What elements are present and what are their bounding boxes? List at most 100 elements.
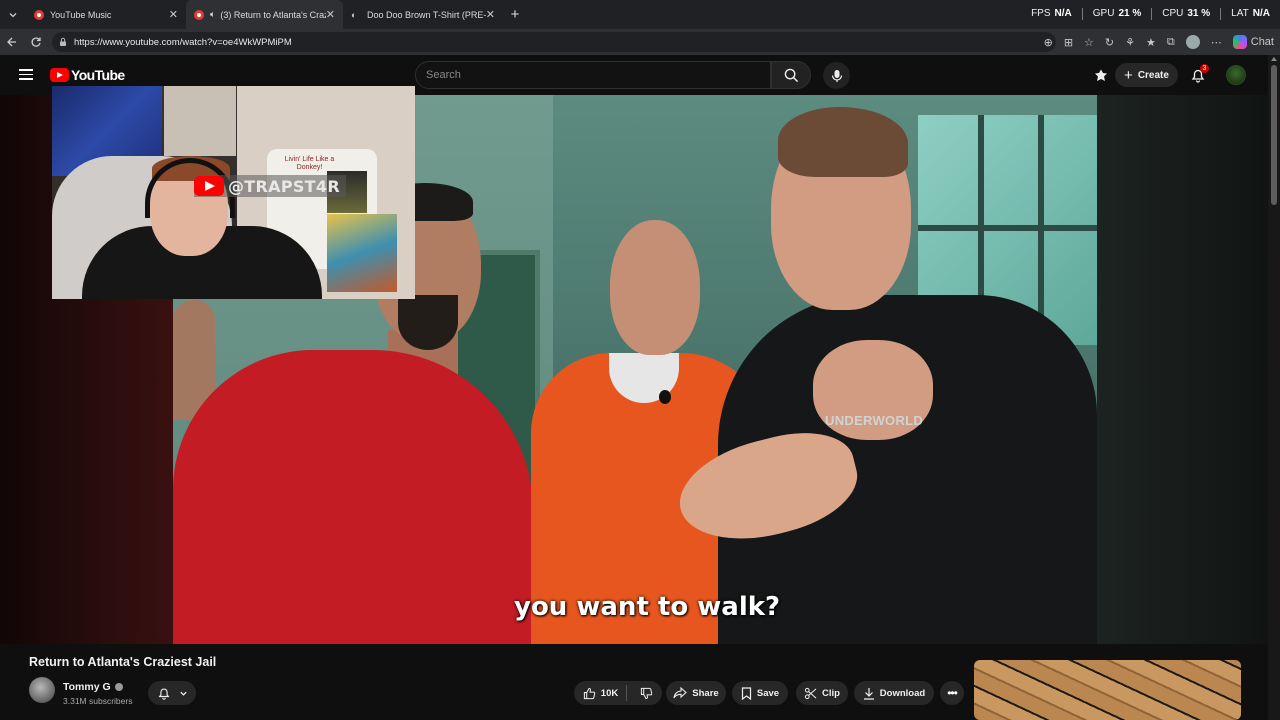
channel-name-link[interactable]: Tommy G [63, 681, 123, 693]
video-person-black-hair [778, 107, 908, 177]
webcam-poster [164, 86, 236, 156]
gpu-stat: GPU 21 % [1093, 8, 1141, 20]
app-available-icon[interactable]: ⊞ [1064, 36, 1073, 49]
channel-name: Tommy G [63, 681, 111, 693]
extension-puzzle-icon[interactable] [1093, 68, 1109, 84]
translate-icon[interactable]: ⊕ [1044, 36, 1053, 49]
dislike-button[interactable] [632, 687, 653, 700]
bell-icon [157, 688, 170, 700]
video-person-red-beard [398, 295, 458, 350]
sponsored-thumbnail[interactable] [974, 660, 1241, 720]
reload-button[interactable] [24, 29, 48, 55]
lat-label: LAT [1231, 8, 1249, 19]
youtube-logo[interactable]: YouTube [50, 67, 125, 83]
share-label: Share [692, 687, 719, 699]
like-button[interactable]: 10K [583, 685, 628, 701]
save-button[interactable]: Save [732, 681, 788, 705]
subscriber-count: 3.31M subscribers [63, 696, 133, 706]
channel-avatar[interactable] [29, 677, 55, 703]
verified-badge-icon [114, 683, 123, 691]
clip-button[interactable]: Clip [796, 681, 848, 705]
tab-youtube-music[interactable]: YouTube Music ✕ [26, 0, 186, 29]
tab-label: YouTube Music [50, 9, 112, 20]
profile-avatar[interactable] [1185, 35, 1200, 49]
lat-stat: LAT N/A [1231, 8, 1270, 20]
search-button[interactable] [771, 61, 811, 89]
extension-icons: ⊕ ⊞ ☆ ↻ ⚘ ★ ⧉ ⋯ Chat [1044, 32, 1274, 52]
ambient-glow-right [1097, 95, 1268, 644]
close-icon[interactable]: ✕ [486, 8, 495, 21]
cpu-stat: CPU 31 % [1162, 8, 1210, 20]
more-menu-icon[interactable]: ⋯ [1211, 36, 1222, 49]
speaker-icon[interactable]: 🔈︎ [210, 9, 215, 20]
download-button[interactable]: Download [854, 681, 934, 705]
more-actions-button[interactable]: ••• [940, 681, 964, 705]
share-button[interactable]: Share [666, 681, 726, 705]
thumbs-down-icon [641, 687, 653, 699]
page-scrollbar[interactable] [1268, 55, 1280, 720]
fps-value: N/A [1054, 8, 1072, 19]
tab-label: Doo Doo Brown T-Shirt (PRE-ORDER) [367, 9, 486, 20]
streamer-handle: @TRAPST4R [228, 176, 340, 196]
arrow-left-icon [7, 37, 16, 47]
cpu-value: 31 % [1187, 8, 1211, 19]
performance-overlay: FPS N/A GPU 21 % CPU 31 % LAT N/A [1031, 8, 1270, 20]
refresh-extension-icon[interactable]: ↻ [1105, 36, 1114, 49]
store-icon: ◐ [351, 9, 357, 20]
voice-search-button[interactable] [823, 62, 850, 89]
create-button[interactable]: + Create [1115, 63, 1178, 87]
scrollbar-thumb[interactable] [1271, 65, 1277, 205]
webcam-poster [327, 214, 397, 292]
account-avatar[interactable] [1226, 65, 1246, 85]
webcam-tshirt-text: Livin' Life Like a Donkey! [284, 156, 335, 171]
back-button[interactable] [0, 29, 24, 55]
divider [1081, 8, 1083, 20]
browser-toolbar: https://www.youtube.com/watch?v=oe4WkWPM… [0, 29, 1280, 55]
video-person-red-shirt [173, 350, 533, 644]
video-shirt-text: UNDERWORLD [825, 413, 924, 428]
youtube-play-icon [50, 68, 69, 82]
close-icon[interactable]: ✕ [169, 8, 178, 21]
download-label: Download [879, 687, 926, 699]
close-icon[interactable]: ✕ [326, 8, 335, 21]
tab-youtube-video-active[interactable]: 🔈︎ (3) Return to Atlanta's Craziest Jail… [186, 0, 343, 29]
scroll-up-arrow-icon[interactable] [1271, 57, 1277, 61]
favorites-icon[interactable]: ★ [1146, 36, 1156, 49]
video-caption: you want to walk? [514, 592, 781, 622]
gpu-value: 21 % [1118, 8, 1142, 19]
guide-menu-icon[interactable] [19, 69, 33, 80]
scissors-icon [804, 687, 817, 699]
copilot-chat-button[interactable]: Chat [1232, 35, 1274, 49]
address-bar[interactable]: https://www.youtube.com/watch?v=oe4WkWPM… [52, 32, 1056, 52]
video-lapel-mic [659, 390, 671, 404]
reload-icon [31, 37, 41, 47]
chevron-down-icon [9, 12, 17, 17]
streamer-handle-badge: @TRAPST4R [194, 175, 346, 197]
search-icon [784, 68, 798, 82]
search-input[interactable] [426, 69, 770, 81]
new-tab-button[interactable]: + [503, 0, 527, 29]
divider [1151, 8, 1153, 20]
microphone-icon [831, 69, 842, 82]
share-icon [673, 687, 688, 699]
subscription-notifications-button[interactable] [148, 681, 196, 705]
tab-label: (3) Return to Atlanta's Craziest Jail - … [220, 9, 325, 20]
create-label: Create [1137, 69, 1169, 81]
plus-icon: + [1124, 66, 1133, 84]
video-person-orange-head [610, 220, 700, 355]
tab-actions-menu-button[interactable] [0, 0, 26, 29]
thumbs-up-icon [583, 687, 596, 699]
extensions-icon[interactable]: ⚘ [1125, 36, 1135, 49]
favorite-star-icon[interactable]: ☆ [1084, 36, 1094, 49]
youtube-play-icon [194, 176, 224, 196]
collections-icon[interactable]: ⧉ [1167, 36, 1175, 49]
youtube-wordmark: YouTube [71, 67, 125, 83]
search-box[interactable] [415, 61, 771, 89]
clip-label: Clip [822, 687, 840, 699]
youtube-music-icon [34, 9, 44, 20]
download-icon [863, 687, 874, 700]
more-horizontal-icon: ••• [947, 686, 958, 700]
tab-doo-doo-brown-shirt[interactable]: ◐ Doo Doo Brown T-Shirt (PRE-ORDER) ✕ [343, 0, 503, 29]
chevron-down-icon [179, 691, 187, 696]
site-info-icon[interactable] [58, 37, 68, 47]
